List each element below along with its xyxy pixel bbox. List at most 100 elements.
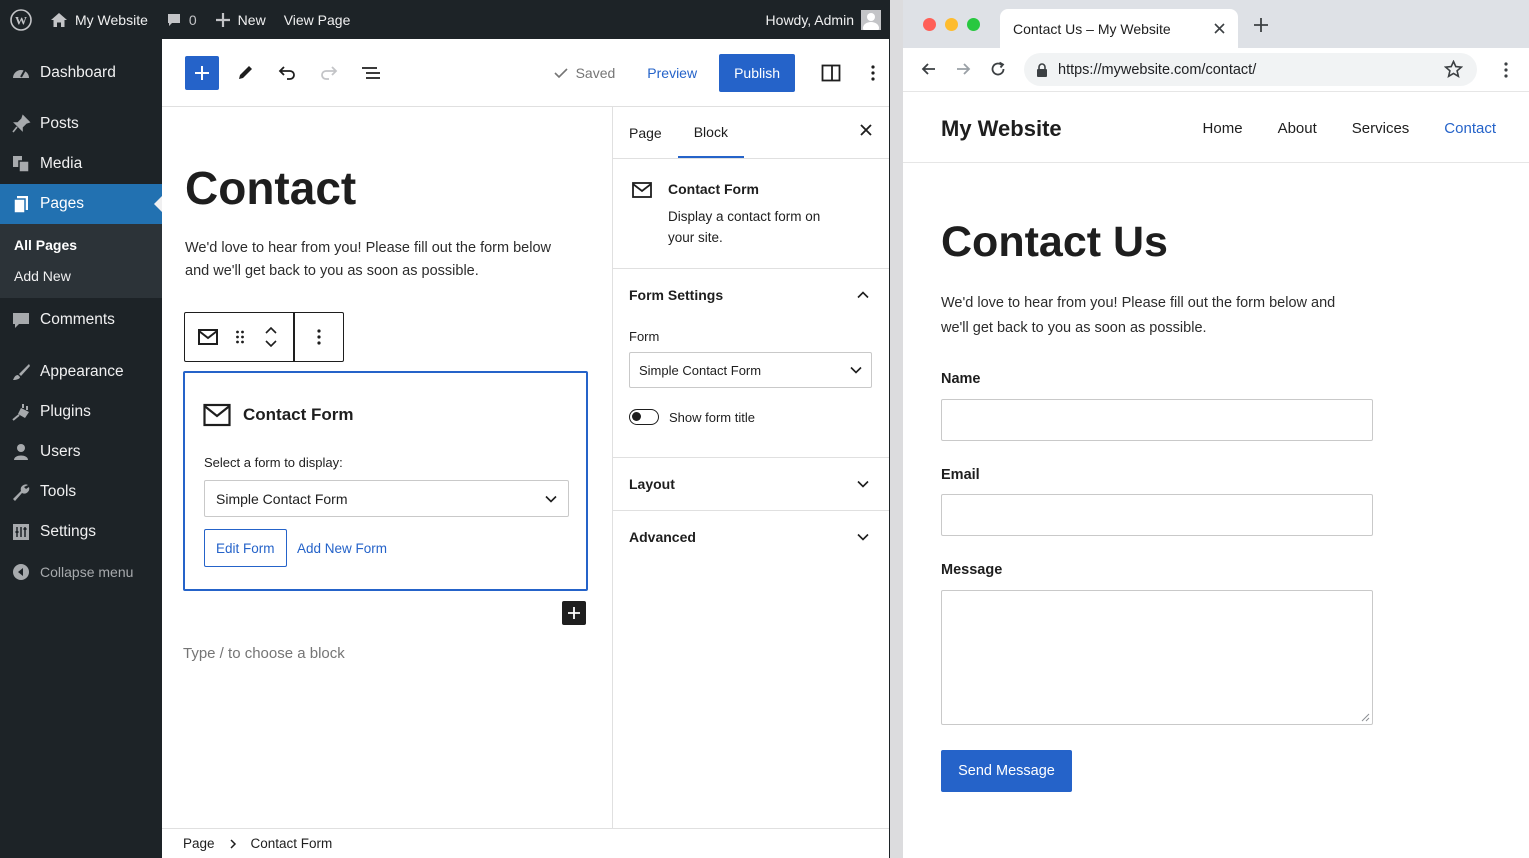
preview-button[interactable]: Preview bbox=[647, 65, 697, 81]
block-inserter-button[interactable] bbox=[185, 55, 219, 90]
browser-tab-bar: Contact Us – My Website bbox=[903, 0, 1529, 48]
email-label: Email bbox=[941, 467, 980, 483]
sidebar-item-comments[interactable]: Comments bbox=[0, 300, 162, 340]
chevron-up-icon bbox=[857, 291, 869, 299]
form-select[interactable]: Simple Contact Form bbox=[204, 480, 569, 517]
new-content-link[interactable]: New bbox=[206, 0, 275, 39]
toggle-switch[interactable] bbox=[629, 409, 659, 425]
tab-page[interactable]: Page bbox=[613, 107, 678, 158]
sidebar-item-plugins[interactable]: Plugins bbox=[0, 392, 162, 432]
layout-panel-toggle[interactable]: Layout bbox=[613, 458, 889, 510]
envelope-icon bbox=[203, 403, 231, 427]
block-placeholder[interactable]: Type / to choose a block bbox=[183, 645, 345, 662]
tools-pencil-button[interactable] bbox=[229, 57, 261, 89]
name-field[interactable] bbox=[941, 399, 1373, 441]
plus-icon bbox=[215, 12, 231, 28]
site-name-link[interactable]: My Website bbox=[41, 0, 157, 39]
edit-form-button[interactable]: Edit Form bbox=[204, 529, 287, 567]
view-page-link[interactable]: View Page bbox=[275, 0, 360, 39]
drag-handle[interactable] bbox=[231, 313, 249, 361]
pages-submenu: All Pages Add New bbox=[0, 224, 162, 298]
close-window-button[interactable] bbox=[923, 18, 936, 31]
window-divider bbox=[889, 0, 903, 858]
bookmark-button[interactable] bbox=[1444, 60, 1463, 78]
arrow-right-icon bbox=[957, 63, 971, 75]
site-header: My Website Home About Services Contact bbox=[903, 92, 1529, 163]
sidebar-item-media[interactable]: Media bbox=[0, 144, 162, 184]
form-settings-select-value: Simple Contact Form bbox=[639, 362, 762, 378]
email-field[interactable] bbox=[941, 494, 1373, 536]
send-message-button[interactable]: Send Message bbox=[941, 750, 1072, 792]
undo-icon bbox=[278, 65, 295, 80]
sidebar-item-settings[interactable]: Settings bbox=[0, 512, 162, 552]
tab-block[interactable]: Block bbox=[677, 107, 744, 158]
undo-button[interactable] bbox=[271, 57, 303, 89]
sidebar-item-posts[interactable]: Posts bbox=[0, 104, 162, 144]
form-settings-toggle[interactable]: Form Settings bbox=[613, 269, 889, 321]
address-bar[interactable]: https://mywebsite.com/contact/ bbox=[1024, 53, 1477, 86]
chevron-right-icon bbox=[230, 838, 236, 849]
new-label: New bbox=[237, 11, 266, 28]
account-menu[interactable]: Howdy, Admin bbox=[757, 0, 889, 39]
site-title[interactable]: My Website bbox=[941, 116, 1062, 142]
comments-link[interactable]: 0 bbox=[157, 0, 206, 39]
move-up-down-button[interactable] bbox=[249, 313, 293, 361]
resize-handle-icon[interactable] bbox=[1361, 713, 1370, 722]
add-new-form-link[interactable]: Add New Form bbox=[297, 529, 387, 567]
block-type-button[interactable] bbox=[185, 313, 231, 361]
close-settings-button[interactable] bbox=[860, 124, 872, 136]
chevron-down-icon bbox=[545, 495, 557, 503]
minimize-window-button[interactable] bbox=[945, 18, 958, 31]
advanced-panel: Advanced bbox=[613, 511, 889, 563]
plus-icon bbox=[195, 65, 209, 80]
nav-services[interactable]: Services bbox=[1352, 120, 1410, 137]
browser-tab[interactable]: Contact Us – My Website bbox=[1000, 9, 1238, 48]
maximize-window-button[interactable] bbox=[967, 18, 980, 31]
breadcrumb-block[interactable]: Contact Form bbox=[251, 836, 333, 851]
reload-button[interactable] bbox=[990, 61, 1006, 77]
advanced-panel-toggle[interactable]: Advanced bbox=[613, 511, 889, 563]
submenu-all-pages[interactable]: All Pages bbox=[0, 230, 162, 261]
sidebar-item-users[interactable]: Users bbox=[0, 432, 162, 472]
howdy-label: Howdy, Admin bbox=[765, 11, 854, 28]
message-label: Message bbox=[941, 562, 1003, 578]
add-block-button[interactable] bbox=[562, 601, 586, 625]
sidebar-item-appearance[interactable]: Appearance bbox=[0, 352, 162, 392]
sidebar-item-label: Pages bbox=[40, 195, 84, 212]
chevron-down-icon bbox=[265, 340, 277, 347]
new-tab-button[interactable] bbox=[1253, 17, 1269, 33]
show-form-title-toggle[interactable]: Show form title bbox=[629, 409, 755, 425]
back-button[interactable] bbox=[921, 61, 937, 77]
list-view-icon bbox=[362, 66, 380, 79]
redo-button[interactable] bbox=[313, 57, 345, 89]
contact-form-block[interactable]: Contact Form Select a form to display: S… bbox=[183, 371, 588, 591]
wordpress-logo-icon[interactable]: W bbox=[0, 0, 41, 39]
forward-button[interactable] bbox=[955, 61, 971, 77]
sidebar-item-pages[interactable]: Pages bbox=[0, 184, 162, 224]
form-settings-heading: Form Settings bbox=[629, 287, 724, 303]
intro-paragraph[interactable]: We'd love to hear from you! Please fill … bbox=[185, 237, 575, 283]
message-field[interactable] bbox=[941, 590, 1373, 725]
page-title[interactable]: Contact bbox=[185, 161, 356, 215]
url-text: https://mywebsite.com/contact/ bbox=[1058, 61, 1257, 78]
chevron-down-icon bbox=[857, 533, 869, 541]
document-overview-button[interactable] bbox=[355, 57, 387, 89]
sidebar-item-dashboard[interactable]: Dashboard bbox=[0, 53, 162, 93]
submenu-add-new[interactable]: Add New bbox=[0, 261, 162, 292]
close-tab-icon[interactable] bbox=[1214, 23, 1225, 34]
publish-button[interactable]: Publish bbox=[719, 53, 795, 92]
browser-menu-button[interactable] bbox=[1503, 61, 1509, 79]
form-settings-select[interactable]: Simple Contact Form bbox=[629, 352, 872, 388]
nav-contact[interactable]: Contact bbox=[1444, 120, 1496, 137]
sidebar-item-tools[interactable]: Tools bbox=[0, 472, 162, 512]
collapse-menu-button[interactable]: Collapse menu bbox=[0, 552, 162, 592]
nav-home[interactable]: Home bbox=[1203, 120, 1243, 137]
settings-sidebar-toggle[interactable] bbox=[815, 57, 847, 89]
breadcrumb-page[interactable]: Page bbox=[183, 836, 215, 851]
nav-about[interactable]: About bbox=[1278, 120, 1317, 137]
block-options-button[interactable] bbox=[295, 313, 344, 361]
plug-icon bbox=[11, 402, 31, 422]
options-menu-button[interactable] bbox=[857, 57, 889, 89]
user-icon bbox=[11, 442, 31, 462]
redo-icon bbox=[321, 65, 338, 80]
